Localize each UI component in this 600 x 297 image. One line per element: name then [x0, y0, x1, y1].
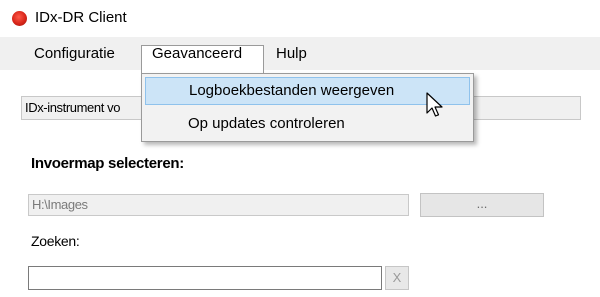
- browse-button[interactable]: ...: [420, 193, 544, 217]
- mouse-pointer-icon: [426, 92, 443, 117]
- menu-hulp[interactable]: Hulp: [276, 45, 307, 62]
- window-title: IDx-DR Client: [35, 9, 127, 26]
- menu-item-op-updates-controleren[interactable]: Op updates controleren: [145, 111, 470, 139]
- menu-geavanceerd[interactable]: Geavanceerd: [152, 45, 242, 62]
- search-label: Zoeken:: [31, 233, 80, 249]
- search-input[interactable]: [28, 266, 382, 290]
- menu-configuratie[interactable]: Configuratie: [34, 45, 115, 62]
- app-logo-icon: [12, 11, 27, 26]
- title-bar: IDx-DR Client: [0, 0, 600, 37]
- geavanceerd-dropdown-menu: Logboekbestanden weergeven Op updates co…: [141, 73, 474, 142]
- menu-item-logboekbestanden-weergeven[interactable]: Logboekbestanden weergeven: [145, 77, 470, 105]
- clear-search-button[interactable]: X: [385, 266, 409, 290]
- input-folder-label: Invoermap selecteren:: [31, 155, 184, 172]
- input-folder-path-field: H:\Images: [28, 194, 409, 216]
